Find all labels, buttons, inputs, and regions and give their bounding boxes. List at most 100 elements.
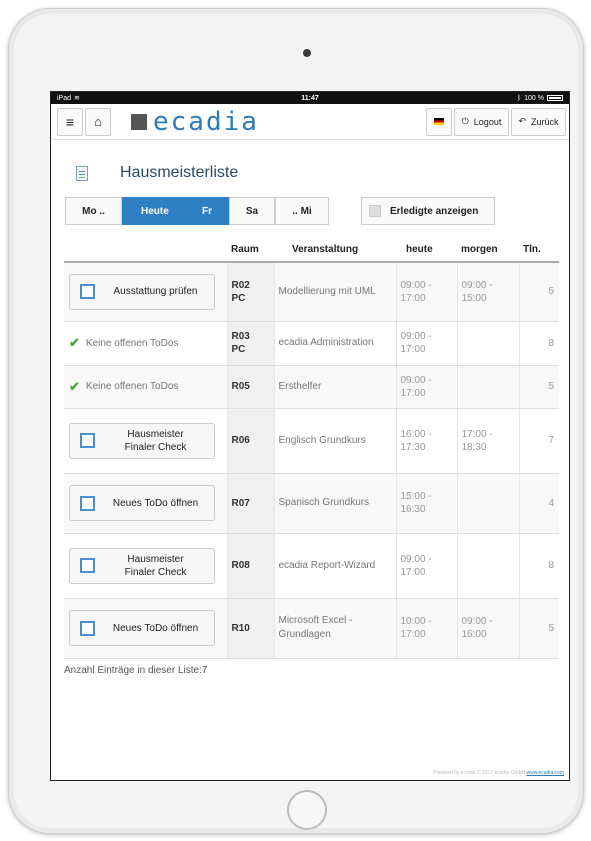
powered-text: Powered by ecadia © 2017 ecadia GmbH xyxy=(433,770,526,776)
done-checkbox[interactable] xyxy=(369,205,381,217)
header-todo xyxy=(64,237,227,263)
todo-button[interactable]: Neues ToDo öffnen xyxy=(69,485,215,521)
day-today-button[interactable]: Heute Fr xyxy=(122,197,229,225)
room-cell: R10 xyxy=(226,598,274,659)
todo-button[interactable]: Hausmeister Finaler Check xyxy=(69,422,215,459)
show-done-toggle[interactable]: Erledigte anzeigen xyxy=(361,197,495,225)
ecadia-link[interactable]: www.ecadia.com xyxy=(526,770,564,776)
room-cell: R03 PC xyxy=(226,321,274,366)
tomorrow-time-cell xyxy=(456,321,519,366)
today-time-cell: 09:00 -17:00 xyxy=(395,262,457,322)
today-day-label: Fr xyxy=(202,205,212,217)
ipad-frame: iPad ≋ 11:47 ᛒ 100 % ≡ ⌂ ecadia ⏻ Logout… xyxy=(8,8,584,834)
header-room: Raum xyxy=(227,237,274,263)
participants-cell: 7 xyxy=(518,408,559,474)
table-row: Neues ToDo öffnen R10 Microsoft Excel -G… xyxy=(64,598,559,659)
event-cell: Englisch Grundkurs xyxy=(273,408,396,474)
todo-checkbox[interactable] xyxy=(80,558,95,573)
participants-cell: 8 xyxy=(518,533,559,599)
room-cell: R06 xyxy=(226,408,274,474)
back-button[interactable]: ↶ Zurück xyxy=(511,107,566,136)
tomorrow-time-cell: 09:00 -15:00 xyxy=(456,262,519,322)
logo-square xyxy=(131,113,147,130)
table-row: Hausmeister Finaler Check R06 Englisch Gr… xyxy=(64,408,559,474)
page-title: Hausmeisterliste xyxy=(120,164,239,181)
checkmark-icon: ✔ xyxy=(69,378,80,394)
table-row: ✔ Keine offenen ToDos R05 Ersthelfer 09:… xyxy=(64,365,559,409)
day-later-button[interactable]: .. Mi xyxy=(275,197,329,225)
logout-button[interactable]: ⏻ Logout xyxy=(454,107,509,136)
todo-button[interactable]: Ausstattung prüfen xyxy=(69,273,215,310)
participants-cell: 5 xyxy=(518,365,559,409)
document-icon xyxy=(76,165,88,181)
ecadia-logo[interactable]: ecadia xyxy=(131,107,259,137)
checkmark-icon: ✔ xyxy=(69,335,80,350)
room-cell: R02 PC xyxy=(226,262,274,322)
undo-icon: ↶ xyxy=(518,116,527,126)
controls-row: Mo .. Heute Fr Sa .. Mi Erledigte anzeig… xyxy=(51,188,569,226)
event-cell: Ersthelfer xyxy=(273,365,396,409)
today-time-cell: 16:00 -17:30 xyxy=(395,408,457,474)
logo-text: ecadia xyxy=(153,106,259,137)
screen: iPad ≋ 11:47 ᛒ 100 % ≡ ⌂ ecadia ⏻ Logout… xyxy=(50,91,570,781)
table-row: Hausmeister Finaler Check R08 ecadia Repo… xyxy=(64,533,559,599)
status-time: 11:47 xyxy=(301,94,319,102)
today-time-cell: 09:00 -17:00 xyxy=(395,365,457,409)
hamburger-icon: ≡ xyxy=(65,113,75,130)
table-row: ✔ Keine offenen ToDos R03 PC ecadia Admin… xyxy=(64,321,559,366)
janitor-table: Raum Veranstaltung heute morgen Tln. Aus… xyxy=(64,237,559,659)
no-todos-status: ✔ Keine offenen ToDos xyxy=(69,379,227,395)
menu-button[interactable]: ≡ xyxy=(57,107,83,136)
todo-label: Hausmeister Finaler Check xyxy=(124,428,187,453)
tomorrow-time-cell xyxy=(456,533,519,599)
show-done-label: Erledigte anzeigen xyxy=(390,205,479,217)
todo-checkbox[interactable] xyxy=(80,620,95,636)
powered-by: Powered by ecadia © 2017 ecadia GmbH www… xyxy=(433,770,564,776)
todo-checkbox[interactable] xyxy=(80,284,95,300)
no-todos-label: Keine offenen ToDos xyxy=(85,381,179,392)
day-selector: Mo .. Heute Fr Sa .. Mi xyxy=(65,197,329,225)
table-header: Raum Veranstaltung heute morgen Tln. xyxy=(64,237,559,263)
day-next-button[interactable]: Sa xyxy=(229,197,275,225)
todo-button[interactable]: Neues ToDo öffnen xyxy=(69,610,215,646)
status-bar: iPad ≋ 11:47 ᛒ 100 % xyxy=(51,92,569,104)
today-time-cell: 09:00 -17:00 xyxy=(395,533,457,599)
event-cell: Microsoft Excel - Grundlagen xyxy=(273,598,396,659)
tomorrow-time-cell: 09:00 -16:00 xyxy=(456,598,519,659)
battery-icon xyxy=(547,95,563,101)
camera xyxy=(303,49,311,57)
home-button[interactable]: ⌂ xyxy=(85,107,111,136)
today-label: Heute xyxy=(141,205,169,217)
event-cell: Modellierung mit UML xyxy=(273,262,396,322)
todo-checkbox[interactable] xyxy=(80,433,95,448)
back-label: Zurück xyxy=(531,116,559,127)
no-todos-status: ✔ Keine offenen ToDos xyxy=(69,335,227,351)
german-flag-icon xyxy=(434,118,444,125)
power-icon: ⏻ xyxy=(461,116,469,126)
home-hardware-button[interactable] xyxy=(287,790,327,830)
todo-button[interactable]: Hausmeister Finaler Check xyxy=(69,547,215,584)
today-time-cell: 15:00 -16:30 xyxy=(395,473,457,534)
todo-checkbox[interactable] xyxy=(80,495,95,511)
title-row: Hausmeisterliste xyxy=(51,140,569,188)
room-cell: R08 xyxy=(226,533,274,599)
room-cell: R07 xyxy=(226,473,274,534)
participants-cell: 4 xyxy=(518,473,559,534)
language-button[interactable] xyxy=(426,107,452,136)
todo-label: Ausstattung prüfen xyxy=(113,286,198,298)
todo-label: Neues ToDo öffnen xyxy=(112,622,199,634)
tomorrow-time-cell xyxy=(456,365,519,409)
table-row: Neues ToDo öffnen R07 Spanisch Grundkurs… xyxy=(64,473,559,534)
event-cell: ecadia Report-Wizard xyxy=(273,533,396,599)
home-icon: ⌂ xyxy=(94,114,102,129)
table-row: Ausstattung prüfen R02 PC Modellierung mi… xyxy=(64,262,559,322)
day-prev-button[interactable]: Mo .. xyxy=(65,197,122,225)
participants-cell: 8 xyxy=(518,321,559,366)
today-time-cell: 10:00 -17:00 xyxy=(395,598,457,659)
event-cell: Spanisch Grundkurs xyxy=(273,473,396,534)
battery-level: 100 % xyxy=(524,94,544,102)
event-cell: ecadia Administration xyxy=(273,321,396,366)
header-today: heute xyxy=(396,237,457,263)
bluetooth-icon: ᛒ xyxy=(516,94,522,102)
today-time-cell: 09:00 -17:00 xyxy=(395,321,457,366)
